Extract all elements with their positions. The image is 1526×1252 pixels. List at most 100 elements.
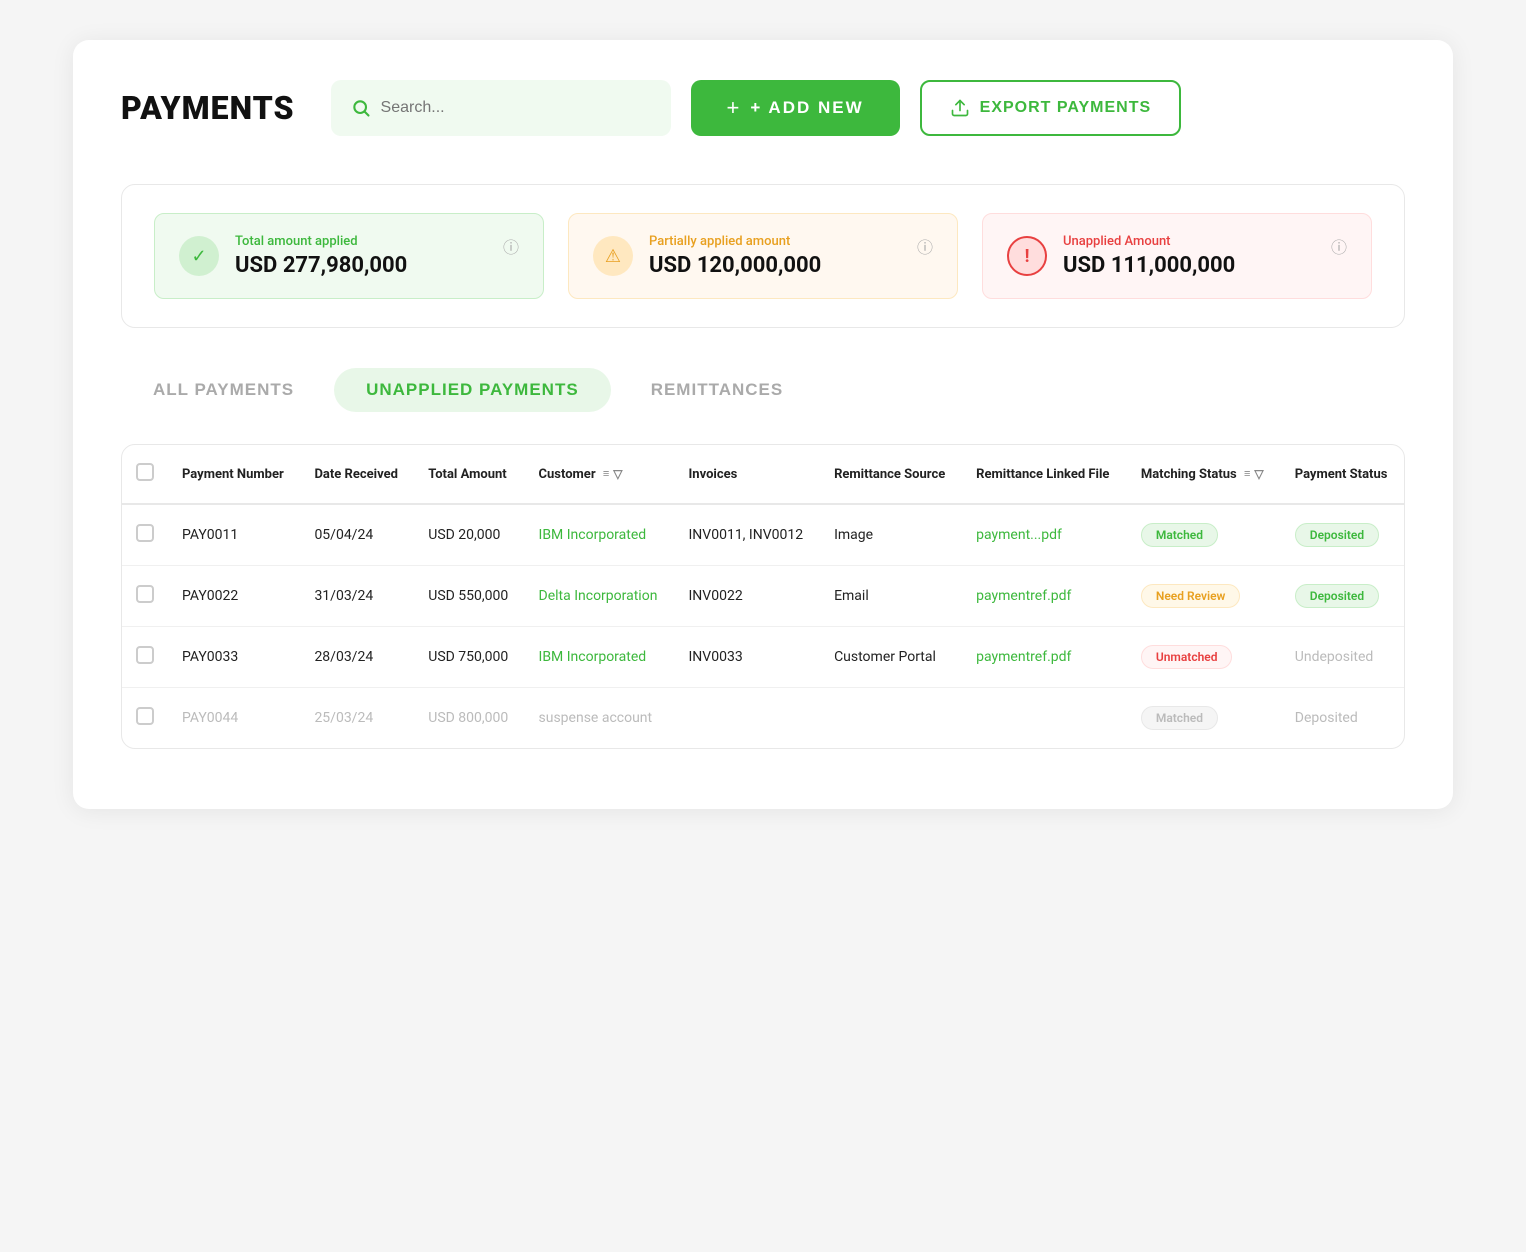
total-applied-label: Total amount applied bbox=[235, 234, 407, 249]
payment-status-badge: Deposited bbox=[1295, 710, 1358, 726]
cell-invoices: INV0011, INV0012 bbox=[675, 504, 821, 566]
cell-remittance-linked-file[interactable]: paymentref.pdf bbox=[962, 566, 1127, 627]
export-icon bbox=[950, 98, 970, 118]
summary-card-total-applied: ✓ Total amount applied USD 277,980,000 ⓘ bbox=[154, 213, 544, 299]
cell-remittance-source: Image bbox=[820, 504, 962, 566]
cell-remittance-linked-file[interactable]: paymentref.pdf bbox=[962, 627, 1127, 688]
payment-status-badge: Deposited bbox=[1295, 584, 1379, 608]
cell-remittance-source bbox=[820, 688, 962, 749]
add-new-button[interactable]: + + ADD NEW bbox=[691, 80, 900, 136]
matching-filter-icon[interactable]: ▽ bbox=[1254, 467, 1263, 481]
cell-remittance-linked-file[interactable]: payment...pdf bbox=[962, 504, 1127, 566]
warning-icon: ⚠ bbox=[593, 236, 633, 276]
matching-status-badge: Need Review bbox=[1141, 584, 1241, 608]
partially-applied-amount: USD 120,000,000 bbox=[649, 253, 821, 278]
table-row: PAY001105/04/24USD 20,000IBM Incorporate… bbox=[122, 504, 1404, 566]
cell-payment-status: Deposited bbox=[1281, 566, 1404, 627]
cell-total-amount: USD 550,000 bbox=[414, 566, 524, 627]
tab-unapplied-payments[interactable]: UNAPPLIED PAYMENTS bbox=[334, 368, 611, 412]
table-section: Payment Number Date Received Total Amoun… bbox=[121, 444, 1405, 749]
unapplied-label: Unapplied Amount bbox=[1063, 234, 1235, 249]
cell-payment-status: Deposited bbox=[1281, 504, 1404, 566]
col-matching-status: Matching Status ≡ ▽ bbox=[1127, 445, 1281, 504]
summary-card-unapplied: ! Unapplied Amount USD 111,000,000 ⓘ bbox=[982, 213, 1372, 299]
cell-customer[interactable]: Delta Incorporation bbox=[525, 566, 675, 627]
search-input[interactable] bbox=[381, 99, 651, 117]
summary-card-partially-applied: ⚠ Partially applied amount USD 120,000,0… bbox=[568, 213, 958, 299]
cell-matching-status: Matched bbox=[1127, 504, 1281, 566]
total-applied-amount: USD 277,980,000 bbox=[235, 253, 407, 278]
unapplied-info-icon[interactable]: ⓘ bbox=[1331, 234, 1347, 258]
customer-filter-icon[interactable]: ▽ bbox=[613, 467, 622, 481]
add-new-label: + ADD NEW bbox=[750, 98, 863, 118]
check-icon: ✓ bbox=[179, 236, 219, 276]
matching-sort-icon[interactable]: ≡ bbox=[1244, 467, 1250, 481]
cell-invoices bbox=[675, 688, 821, 749]
cell-total-amount: USD 20,000 bbox=[414, 504, 524, 566]
matching-status-badge: Unmatched bbox=[1141, 645, 1233, 669]
cell-remittance-linked-file bbox=[962, 688, 1127, 749]
search-box[interactable] bbox=[331, 80, 671, 136]
cell-total-amount: USD 800,000 bbox=[414, 688, 524, 749]
row-checkbox[interactable] bbox=[136, 524, 154, 542]
matching-status-badge: Matched bbox=[1141, 706, 1218, 730]
col-remittance-linked-file: Remittance Linked File bbox=[962, 445, 1127, 504]
table-row: PAY002231/03/24USD 550,000Delta Incorpor… bbox=[122, 566, 1404, 627]
payment-status-badge: Undeposited bbox=[1295, 649, 1374, 665]
cell-invoices: INV0022 bbox=[675, 566, 821, 627]
col-customer: Customer ≡ ▽ bbox=[525, 445, 675, 504]
unapplied-amount: USD 111,000,000 bbox=[1063, 253, 1235, 278]
table-row: PAY003328/03/24USD 750,000IBM Incorporat… bbox=[122, 627, 1404, 688]
row-checkbox[interactable] bbox=[136, 707, 154, 725]
col-total-amount: Total Amount bbox=[414, 445, 524, 504]
cell-date-received: 28/03/24 bbox=[300, 627, 414, 688]
cell-date-received: 31/03/24 bbox=[300, 566, 414, 627]
cell-invoices: INV0033 bbox=[675, 627, 821, 688]
tab-all-payments[interactable]: ALL PAYMENTS bbox=[121, 368, 326, 412]
cell-customer: suspense account bbox=[525, 688, 675, 749]
page-title: PAYMENTS bbox=[121, 89, 295, 127]
main-container: PAYMENTS + + ADD NEW EXPORT PAYMENTS ✓ T… bbox=[73, 40, 1453, 809]
col-checkbox bbox=[122, 445, 168, 504]
cell-customer[interactable]: IBM Incorporated bbox=[525, 504, 675, 566]
cell-matching-status: Need Review bbox=[1127, 566, 1281, 627]
cell-payment-status: Deposited bbox=[1281, 688, 1404, 749]
customer-sort-icon[interactable]: ≡ bbox=[603, 467, 609, 481]
cell-remittance-source: Email bbox=[820, 566, 962, 627]
col-date-received: Date Received bbox=[300, 445, 414, 504]
cell-payment-number: PAY0011 bbox=[168, 504, 300, 566]
cell-payment-number: PAY0044 bbox=[168, 688, 300, 749]
payment-status-badge: Deposited bbox=[1295, 523, 1379, 547]
col-payment-status: Payment Status bbox=[1281, 445, 1404, 504]
tab-remittances[interactable]: REMITTANCES bbox=[619, 368, 816, 412]
matching-status-badge: Matched bbox=[1141, 523, 1218, 547]
export-payments-button[interactable]: EXPORT PAYMENTS bbox=[920, 80, 1181, 136]
cell-matching-status: Unmatched bbox=[1127, 627, 1281, 688]
summary-section: ✓ Total amount applied USD 277,980,000 ⓘ… bbox=[121, 184, 1405, 328]
cell-payment-number: PAY0022 bbox=[168, 566, 300, 627]
payments-table: Payment Number Date Received Total Amoun… bbox=[122, 445, 1404, 748]
cell-customer[interactable]: IBM Incorporated bbox=[525, 627, 675, 688]
partially-applied-label: Partially applied amount bbox=[649, 234, 821, 249]
export-label: EXPORT PAYMENTS bbox=[980, 99, 1151, 117]
row-checkbox[interactable] bbox=[136, 585, 154, 603]
col-remittance-source: Remittance Source bbox=[820, 445, 962, 504]
cell-payment-number: PAY0033 bbox=[168, 627, 300, 688]
cell-payment-status: Undeposited bbox=[1281, 627, 1404, 688]
cell-date-received: 25/03/24 bbox=[300, 688, 414, 749]
total-applied-info-icon[interactable]: ⓘ bbox=[503, 234, 519, 258]
col-invoices: Invoices bbox=[675, 445, 821, 504]
search-icon bbox=[351, 98, 371, 118]
tabs: ALL PAYMENTS UNAPPLIED PAYMENTS REMITTAN… bbox=[121, 368, 1405, 412]
cell-matching-status: Matched bbox=[1127, 688, 1281, 749]
table-row: PAY004425/03/24USD 800,000suspense accou… bbox=[122, 688, 1404, 749]
row-checkbox[interactable] bbox=[136, 646, 154, 664]
alert-icon: ! bbox=[1007, 236, 1047, 276]
plus-icon: + bbox=[727, 95, 741, 121]
cell-total-amount: USD 750,000 bbox=[414, 627, 524, 688]
header: PAYMENTS + + ADD NEW EXPORT PAYMENTS bbox=[121, 80, 1405, 136]
col-payment-number: Payment Number bbox=[168, 445, 300, 504]
partially-applied-info-icon[interactable]: ⓘ bbox=[917, 234, 933, 258]
cell-remittance-source: Customer Portal bbox=[820, 627, 962, 688]
select-all-checkbox[interactable] bbox=[136, 463, 154, 481]
